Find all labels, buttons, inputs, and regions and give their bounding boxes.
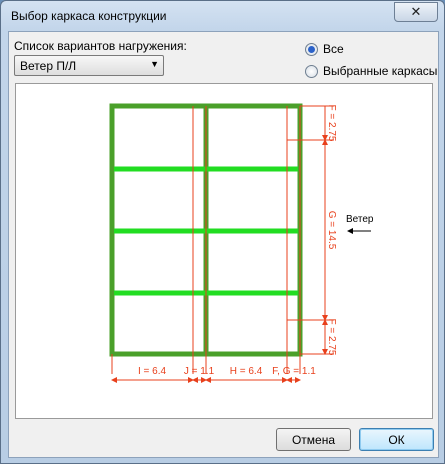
dim-f-bottom-label: F = 2.75 — [326, 319, 337, 356]
load-case-value: Ветер П/Л — [20, 59, 77, 73]
dialog-client: Список вариантов нагружения: Ветер П/Л ▼… — [8, 31, 439, 458]
close-button[interactable]: ✕ — [394, 2, 438, 22]
dim-i-label: I = 6.4 — [138, 366, 167, 377]
load-cases-label: Список вариантов нагружения: — [14, 39, 187, 53]
ok-button[interactable]: ОК — [359, 428, 434, 451]
dim-f-top-label: F = 2.75 — [326, 105, 337, 142]
wind-label: Ветер — [346, 214, 374, 225]
chevron-down-icon: ▼ — [150, 59, 159, 69]
title-bar[interactable]: Выбор каркаса конструкции ✕ — [1, 1, 444, 31]
dim-h-label: H = 6.4 — [230, 366, 263, 377]
frame-diagram[interactable]: I = 6.4 J = 1.1 H = 6.4 F, G = 1.1 F = 2… — [16, 84, 432, 418]
dim-g-label: G = 14.5 — [326, 211, 337, 250]
load-case-select[interactable]: Ветер П/Л ▼ — [14, 55, 164, 76]
radio-all-label: Все — [323, 42, 344, 56]
radio-selected-frames[interactable]: Выбранные каркасы — [305, 64, 437, 78]
window-title: Выбор каркаса конструкции — [11, 9, 167, 23]
cancel-button[interactable]: Отмена — [276, 428, 351, 451]
radio-selected-frames-circle[interactable] — [305, 64, 318, 78]
radio-all[interactable]: Все — [305, 42, 344, 56]
radio-all-circle[interactable] — [305, 42, 318, 56]
dim-fg-label: F, G = 1.1 — [272, 366, 316, 377]
frame-diagram-canvas[interactable]: I = 6.4 J = 1.1 H = 6.4 F, G = 1.1 F = 2… — [15, 83, 433, 419]
radio-selected-frames-label: Выбранные каркасы — [323, 64, 438, 78]
dialog-window: Выбор каркаса конструкции ✕ Список вариа… — [0, 0, 445, 464]
dim-j-label: J = 1.1 — [184, 366, 215, 377]
close-icon: ✕ — [410, 4, 422, 19]
